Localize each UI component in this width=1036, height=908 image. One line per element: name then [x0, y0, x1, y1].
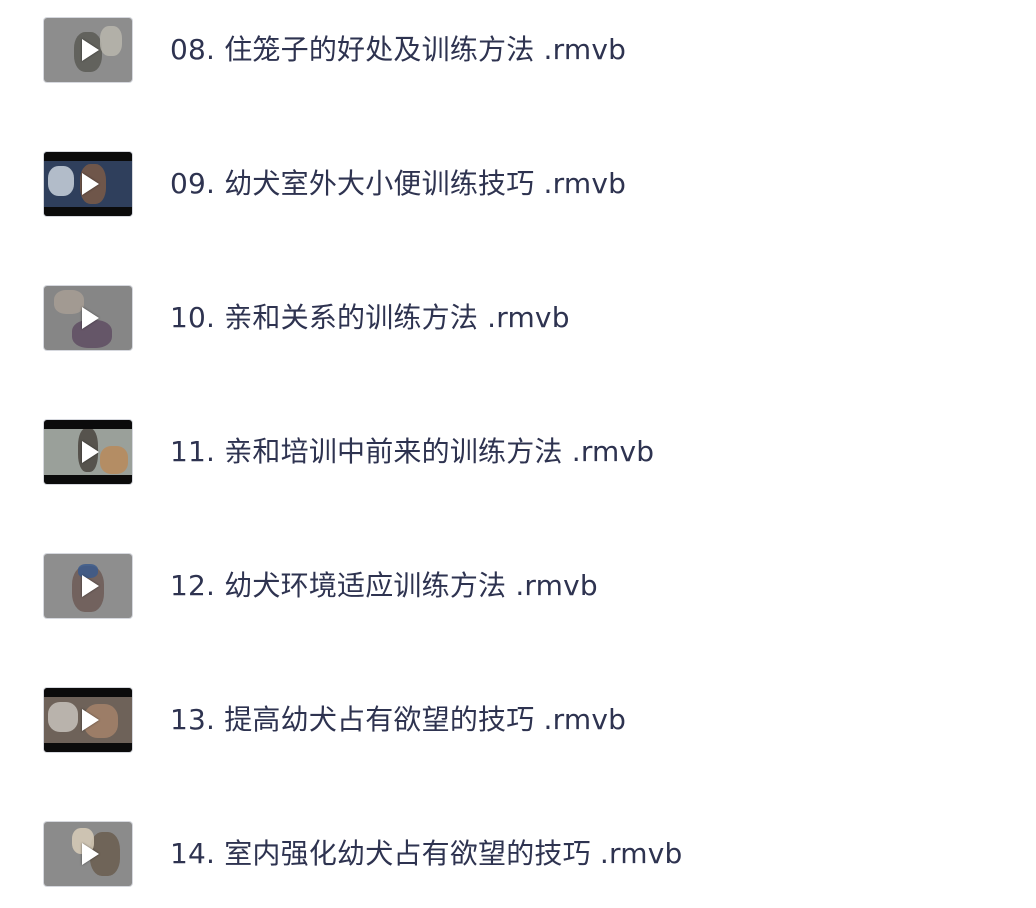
video-file-name[interactable]: 11. 亲和培训中前来的训练方法 .rmvb: [170, 434, 654, 470]
video-file-item[interactable]: 13. 提高幼犬占有欲望的技巧 .rmvb: [44, 686, 626, 754]
video-file-name[interactable]: 09. 幼犬室外大小便训练技巧 .rmvb: [170, 166, 626, 202]
letterbox-bar: [44, 420, 132, 429]
letterbox-bar: [44, 688, 132, 697]
thumbnail-accent: [100, 26, 122, 56]
video-file-name[interactable]: 14. 室内强化幼犬占有欲望的技巧 .rmvb: [170, 836, 682, 872]
video-thumbnail[interactable]: [44, 822, 132, 886]
video-thumbnail[interactable]: [44, 286, 132, 350]
play-icon[interactable]: [82, 39, 99, 61]
video-thumbnail[interactable]: [44, 554, 132, 618]
thumbnail-accent: [48, 702, 78, 732]
video-thumbnail[interactable]: [44, 420, 132, 484]
thumbnail-accent: [48, 166, 74, 196]
video-file-item[interactable]: 09. 幼犬室外大小便训练技巧 .rmvb: [44, 150, 626, 218]
play-icon[interactable]: [82, 575, 99, 597]
play-icon[interactable]: [82, 709, 99, 731]
play-icon[interactable]: [82, 441, 99, 463]
video-file-name[interactable]: 08. 住笼子的好处及训练方法 .rmvb: [170, 32, 626, 68]
video-file-name[interactable]: 10. 亲和关系的训练方法 .rmvb: [170, 300, 570, 336]
thumbnail-accent: [100, 446, 128, 474]
video-file-item[interactable]: 11. 亲和培训中前来的训练方法 .rmvb: [44, 418, 654, 486]
video-thumbnail[interactable]: [44, 688, 132, 752]
play-icon[interactable]: [82, 307, 99, 329]
video-file-name[interactable]: 12. 幼犬环境适应训练方法 .rmvb: [170, 568, 598, 604]
video-file-item[interactable]: 08. 住笼子的好处及训练方法 .rmvb: [44, 16, 626, 84]
video-file-name[interactable]: 13. 提高幼犬占有欲望的技巧 .rmvb: [170, 702, 626, 738]
letterbox-bar: [44, 207, 132, 216]
video-thumbnail[interactable]: [44, 18, 132, 82]
thumbnail-accent: [54, 290, 84, 314]
video-file-list: 08. 住笼子的好处及训练方法 .rmvb 09. 幼犬室外大小便训练技巧 .r…: [0, 0, 1036, 908]
play-icon[interactable]: [82, 843, 99, 865]
play-icon[interactable]: [82, 173, 99, 195]
video-file-item[interactable]: 10. 亲和关系的训练方法 .rmvb: [44, 284, 570, 352]
video-file-item[interactable]: 12. 幼犬环境适应训练方法 .rmvb: [44, 552, 598, 620]
video-thumbnail[interactable]: [44, 152, 132, 216]
letterbox-bar: [44, 743, 132, 752]
letterbox-bar: [44, 475, 132, 484]
video-file-item[interactable]: 14. 室内强化幼犬占有欲望的技巧 .rmvb: [44, 820, 682, 888]
letterbox-bar: [44, 152, 132, 161]
